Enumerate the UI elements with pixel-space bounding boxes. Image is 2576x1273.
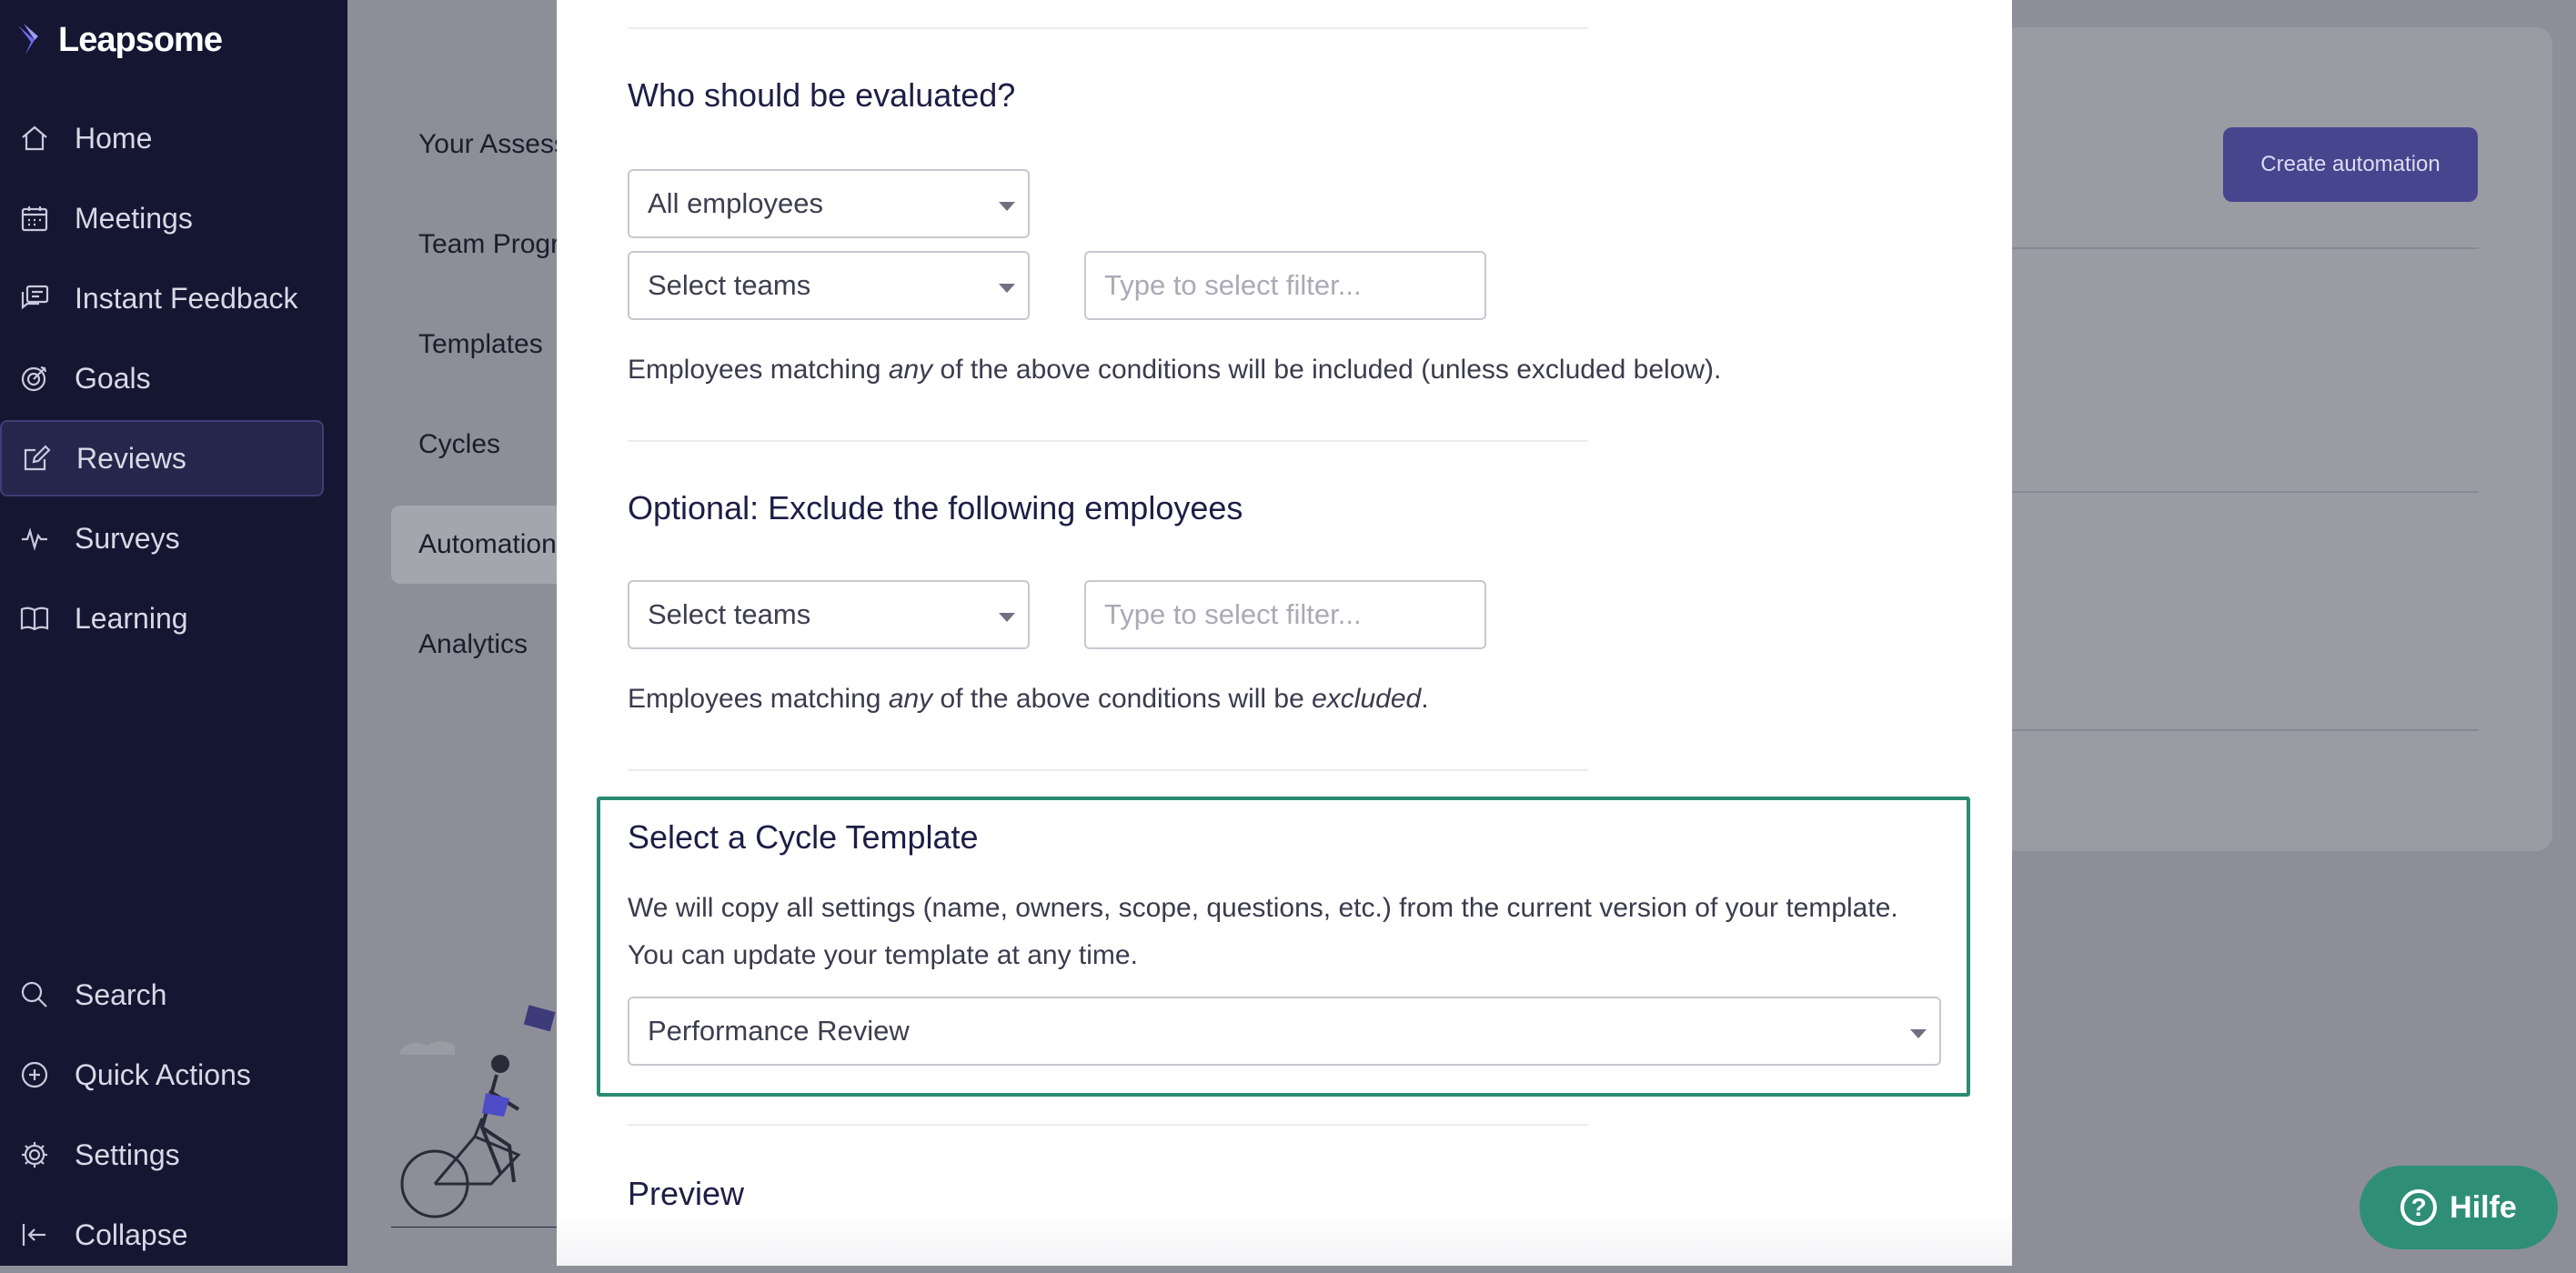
subnav-item-analytics[interactable]: Analytics [418, 629, 528, 660]
exclude-help-text: Employees matching any of the above cond… [628, 684, 1429, 715]
card-divider [2001, 729, 2479, 731]
tandem-bike-illustration [391, 1005, 573, 1228]
help-text-part: Employees matching [628, 684, 889, 714]
gear-icon [16, 1137, 53, 1173]
cycle-template-select[interactable]: Performance Review [628, 997, 1941, 1066]
include-filter-input[interactable] [1084, 251, 1486, 320]
sidebar-item-instant-feedback[interactable]: Instant Feedback [0, 260, 326, 336]
create-automation-modal: Who should be evaluated? All employees S… [557, 0, 2012, 1266]
chevron-down-icon [999, 202, 1015, 211]
exclude-teams-select[interactable]: Select teams [628, 580, 1030, 649]
cycle-template-title: Select a Cycle Template [628, 818, 979, 856]
include-teams-select[interactable]: Select teams [628, 251, 1030, 320]
question-circle-icon: ? [2400, 1189, 2438, 1226]
exclude-teams-select-value: Select teams [648, 598, 811, 630]
sidebar-item-label: Instant Feedback [75, 281, 298, 315]
sidebar-item-collapse[interactable]: Collapse [0, 1197, 326, 1273]
help-button-label: Hilfe [2450, 1189, 2517, 1225]
who-evaluated-title: Who should be evaluated? [628, 76, 1016, 114]
sidebar-item-learning[interactable]: Learning [0, 580, 326, 657]
help-text-emphasis: excluded [1312, 684, 1422, 714]
subnav-item-automation[interactable]: Automation [418, 529, 557, 560]
sidebar-item-search[interactable]: Search [0, 957, 326, 1033]
chevron-down-icon [999, 284, 1015, 293]
collapse-icon [16, 1217, 53, 1253]
exclude-employees-title: Optional: Exclude the following employee… [628, 489, 1243, 526]
subnav-item-templates[interactable]: Templates [418, 329, 543, 360]
section-divider [628, 440, 1588, 442]
sidebar-item-label: Collapse [75, 1218, 188, 1251]
sidebar-item-settings[interactable]: Settings [0, 1117, 326, 1193]
subnav-item-cycles[interactable]: Cycles [418, 429, 500, 460]
sidebar-item-surveys[interactable]: Surveys [0, 500, 326, 576]
sidebar-item-meetings[interactable]: Meetings [0, 180, 326, 256]
modal-scroll-fade [557, 1211, 2012, 1266]
create-automation-button[interactable]: Create automation [2223, 127, 2478, 202]
sidebar-item-label: Surveys [75, 521, 180, 555]
include-teams-select-value: Select teams [648, 269, 811, 301]
pulse-icon [16, 520, 53, 556]
sidebar-item-label: Learning [75, 601, 188, 635]
search-icon [16, 977, 53, 1013]
employees-select[interactable]: All employees [628, 169, 1030, 238]
sidebar-item-label: Home [75, 121, 153, 155]
include-help-text: Employees matching any of the above cond… [628, 355, 1721, 386]
leapsome-logo-icon [18, 24, 38, 55]
help-text-part: Employees matching [628, 355, 889, 385]
help-text-emphasis: any [888, 684, 933, 714]
preview-title: Preview [628, 1175, 745, 1212]
sidebar-item-label: Quick Actions [75, 1057, 251, 1091]
chat-icon [16, 280, 53, 316]
template-description-line1: We will copy all settings (name, owners,… [628, 893, 1898, 923]
calendar-icon [16, 200, 53, 236]
subnav-item-your-assessments[interactable]: Your Assess [418, 129, 568, 160]
target-icon [16, 360, 53, 396]
help-button[interactable]: ? Hilfe [2360, 1166, 2558, 1249]
employees-select-value: All employees [648, 187, 823, 219]
sidebar-item-label: Meetings [75, 201, 193, 235]
sidebar-item-label: Goals [75, 361, 151, 395]
home-icon [16, 120, 53, 156]
app-name: Leapsome [58, 20, 223, 59]
app-logo[interactable]: Leapsome [15, 20, 223, 60]
sidebar-item-label: Settings [75, 1138, 180, 1171]
card-divider [2001, 491, 2479, 493]
sidebar-item-goals[interactable]: Goals [0, 340, 326, 416]
cycle-template-select-value: Performance Review [648, 1015, 910, 1047]
help-text-part: of the above conditions will be [932, 684, 1313, 714]
section-divider [628, 1124, 1588, 1126]
sidebar-item-reviews[interactable]: Reviews [0, 420, 324, 496]
sidebar-item-label: Search [75, 977, 167, 1011]
help-text-part: of the above conditions will be included… [932, 355, 1722, 385]
sidebar: Leapsome Home Meetings Instant Feedback … [0, 0, 347, 1266]
help-text-emphasis: any [888, 355, 933, 385]
chevron-down-icon [999, 613, 1015, 622]
section-divider [628, 769, 1588, 771]
sidebar-item-label: Reviews [76, 441, 186, 475]
sidebar-item-home[interactable]: Home [0, 100, 326, 176]
subnav-item-team-progress[interactable]: Team Progr [418, 229, 559, 260]
exclude-filter-input[interactable] [1084, 580, 1486, 649]
card-divider [2001, 247, 2479, 249]
sidebar-item-quick-actions[interactable]: Quick Actions [0, 1037, 326, 1113]
help-text-part: . [1421, 684, 1429, 714]
template-description-line2: You can update your template at any time… [628, 940, 1138, 970]
chevron-down-icon [1910, 1029, 1927, 1038]
section-divider [628, 27, 1588, 29]
edit-icon [18, 440, 55, 476]
plus-circle-icon [16, 1057, 53, 1093]
book-icon [16, 600, 53, 636]
